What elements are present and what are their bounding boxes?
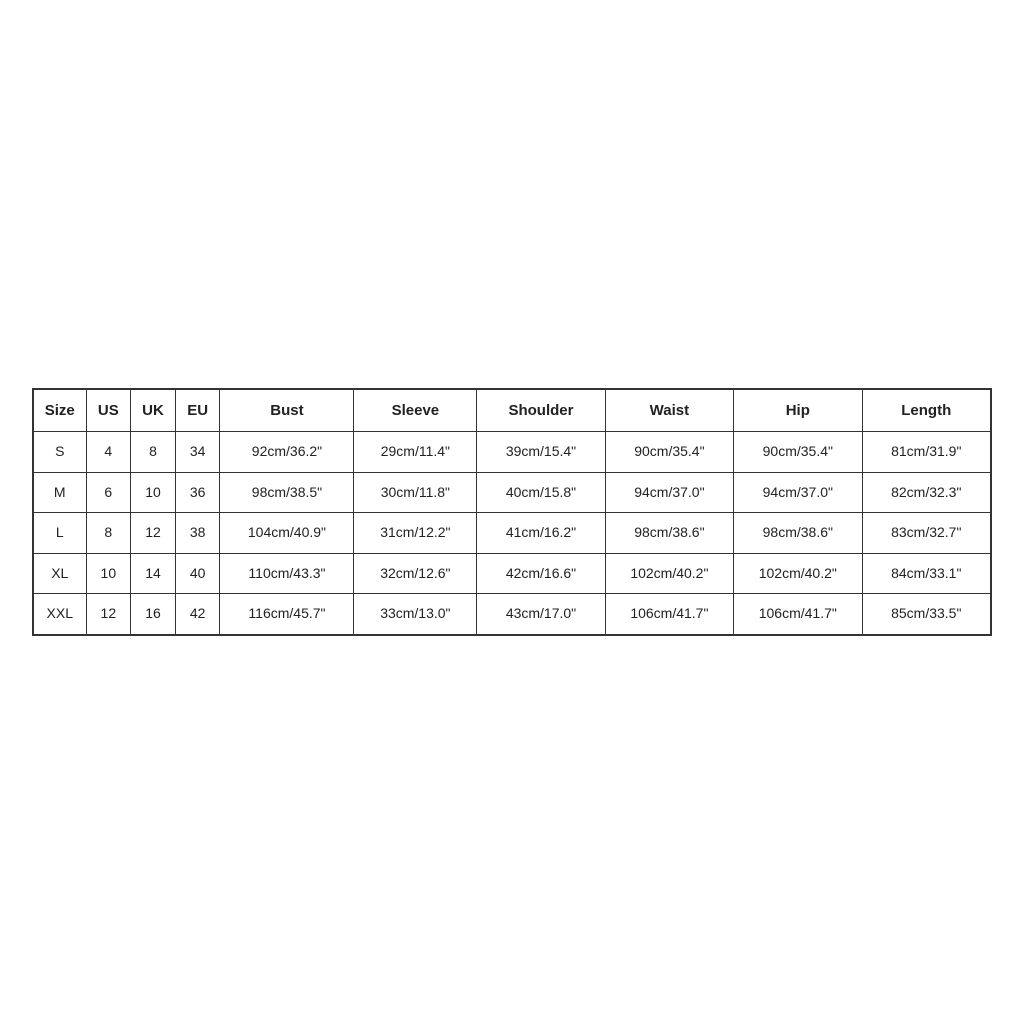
cell-us: 10 — [86, 553, 131, 594]
header-shoulder: Shoulder — [477, 390, 605, 432]
header-sleeve: Sleeve — [354, 390, 477, 432]
cell-sleeve: 29cm/11.4" — [354, 432, 477, 473]
header-eu: EU — [175, 390, 220, 432]
cell-bust: 98cm/38.5" — [220, 472, 354, 513]
cell-sleeve: 33cm/13.0" — [354, 594, 477, 635]
cell-hip: 94cm/37.0" — [734, 472, 862, 513]
cell-sleeve: 30cm/11.8" — [354, 472, 477, 513]
size-chart-table: Size US UK EU Bust Sleeve Shoulder Waist… — [33, 389, 991, 635]
table-row: S483492cm/36.2"29cm/11.4"39cm/15.4"90cm/… — [34, 432, 991, 473]
cell-bust: 92cm/36.2" — [220, 432, 354, 473]
header-size: Size — [34, 390, 87, 432]
cell-sleeve: 31cm/12.2" — [354, 513, 477, 554]
cell-waist: 98cm/38.6" — [605, 513, 733, 554]
cell-length: 82cm/32.3" — [862, 472, 991, 513]
cell-bust: 104cm/40.9" — [220, 513, 354, 554]
cell-us: 8 — [86, 513, 131, 554]
cell-shoulder: 42cm/16.6" — [477, 553, 605, 594]
cell-bust: 116cm/45.7" — [220, 594, 354, 635]
cell-sleeve: 32cm/12.6" — [354, 553, 477, 594]
header-us: US — [86, 390, 131, 432]
cell-shoulder: 40cm/15.8" — [477, 472, 605, 513]
header-length: Length — [862, 390, 991, 432]
cell-hip: 98cm/38.6" — [734, 513, 862, 554]
size-chart-container: Size US UK EU Bust Sleeve Shoulder Waist… — [32, 388, 992, 636]
header-hip: Hip — [734, 390, 862, 432]
cell-hip: 106cm/41.7" — [734, 594, 862, 635]
cell-length: 85cm/33.5" — [862, 594, 991, 635]
header-waist: Waist — [605, 390, 733, 432]
cell-shoulder: 41cm/16.2" — [477, 513, 605, 554]
cell-waist: 102cm/40.2" — [605, 553, 733, 594]
cell-uk: 14 — [131, 553, 176, 594]
cell-shoulder: 43cm/17.0" — [477, 594, 605, 635]
table-row: L81238104cm/40.9"31cm/12.2"41cm/16.2"98c… — [34, 513, 991, 554]
cell-size: XXL — [34, 594, 87, 635]
cell-eu: 34 — [175, 432, 220, 473]
cell-eu: 36 — [175, 472, 220, 513]
cell-hip: 102cm/40.2" — [734, 553, 862, 594]
header-uk: UK — [131, 390, 176, 432]
cell-uk: 16 — [131, 594, 176, 635]
cell-eu: 38 — [175, 513, 220, 554]
cell-waist: 106cm/41.7" — [605, 594, 733, 635]
header-bust: Bust — [220, 390, 354, 432]
cell-uk: 8 — [131, 432, 176, 473]
cell-eu: 40 — [175, 553, 220, 594]
cell-size: XL — [34, 553, 87, 594]
table-row: M6103698cm/38.5"30cm/11.8"40cm/15.8"94cm… — [34, 472, 991, 513]
table-header-row: Size US UK EU Bust Sleeve Shoulder Waist… — [34, 390, 991, 432]
cell-length: 81cm/31.9" — [862, 432, 991, 473]
cell-shoulder: 39cm/15.4" — [477, 432, 605, 473]
cell-us: 4 — [86, 432, 131, 473]
cell-us: 6 — [86, 472, 131, 513]
table-row: XXL121642116cm/45.7"33cm/13.0"43cm/17.0"… — [34, 594, 991, 635]
cell-size: M — [34, 472, 87, 513]
cell-us: 12 — [86, 594, 131, 635]
cell-uk: 12 — [131, 513, 176, 554]
cell-hip: 90cm/35.4" — [734, 432, 862, 473]
cell-bust: 110cm/43.3" — [220, 553, 354, 594]
cell-eu: 42 — [175, 594, 220, 635]
cell-waist: 94cm/37.0" — [605, 472, 733, 513]
cell-waist: 90cm/35.4" — [605, 432, 733, 473]
cell-uk: 10 — [131, 472, 176, 513]
table-row: XL101440110cm/43.3"32cm/12.6"42cm/16.6"1… — [34, 553, 991, 594]
cell-size: L — [34, 513, 87, 554]
cell-length: 83cm/32.7" — [862, 513, 991, 554]
cell-size: S — [34, 432, 87, 473]
cell-length: 84cm/33.1" — [862, 553, 991, 594]
